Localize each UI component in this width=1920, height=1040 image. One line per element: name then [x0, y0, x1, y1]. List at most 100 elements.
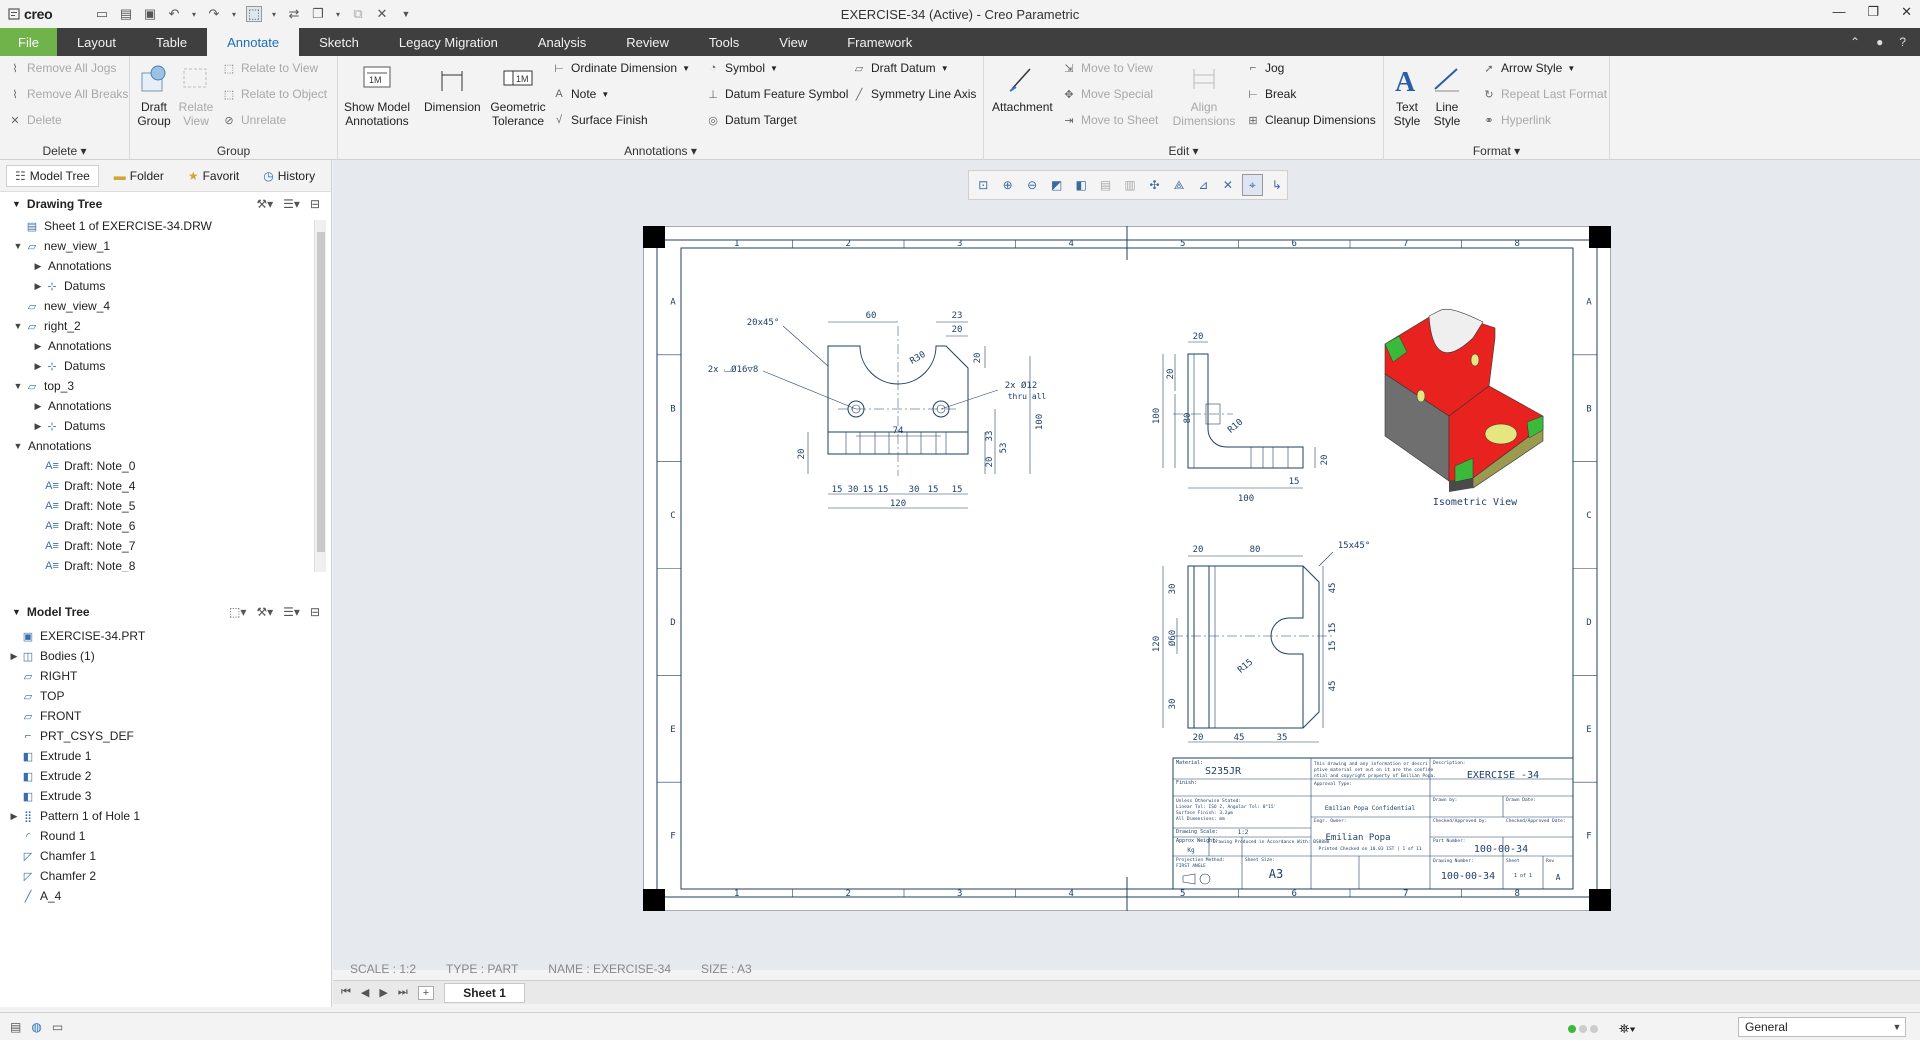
tree-item[interactable]: ◧ Extrude 2 [0, 766, 330, 786]
display-style-icon[interactable]: ◧ [1071, 174, 1091, 196]
expand-icon[interactable]: ▶ [32, 261, 44, 272]
tree-item[interactable]: A≡ Draft: Note_6 [0, 516, 314, 536]
move-to-sheet-button[interactable]: ⇥ Move to Sheet [1062, 110, 1158, 130]
collapse-ribbon-icon[interactable]: ⌃ [1850, 35, 1860, 49]
arrow-style-dropdown-icon[interactable]: ▼ [1567, 64, 1575, 73]
plane-display-icon[interactable]: ⟁ [1169, 174, 1189, 196]
new-file-icon[interactable]: ▭ [94, 6, 110, 22]
sheet-tab-1[interactable]: Sheet 1 [444, 982, 525, 1003]
remove-all-jogs-button[interactable]: ⌇ Remove All Jogs [8, 58, 116, 78]
show-model-annotations-button[interactable]: 1M Show Model Annotations [342, 62, 412, 128]
tab-tools[interactable]: Tools [689, 28, 759, 56]
zoom-out-icon[interactable]: ⊖ [1022, 174, 1042, 196]
tree-item[interactable]: A≡ Draft: Note_5 [0, 496, 314, 516]
tab-layout[interactable]: Layout [57, 28, 136, 56]
tree-item[interactable]: ⌐ PRT_CSYS_DEF [0, 726, 330, 746]
help-icon[interactable]: ? [1899, 35, 1906, 49]
close-icon[interactable]: ✕ [1901, 4, 1912, 20]
datum-display-icon[interactable]: ✣ [1144, 174, 1164, 196]
repeat-last-format-button[interactable]: ↻ Repeat Last Format [1482, 84, 1607, 104]
tree-item[interactable]: ▶ Annotations [0, 256, 314, 276]
refit-icon[interactable]: ⊡ [973, 174, 993, 196]
user-icon[interactable]: ● [1876, 35, 1883, 49]
layers-icon[interactable]: ▥ [1120, 174, 1140, 196]
cleanup-dimensions-button[interactable]: ⊞ Cleanup Dimensions [1246, 110, 1375, 130]
expand-icon[interactable]: ▶ [32, 281, 44, 292]
add-sheet-icon[interactable]: + [417, 985, 435, 1000]
tree-item[interactable]: ▤ Sheet 1 of EXERCISE-34.DRW [0, 216, 314, 236]
tree-item[interactable]: A≡ Draft: Note_4 [0, 476, 314, 496]
select-dropdown-icon[interactable]: ▾ [270, 6, 278, 22]
annotation-display-icon[interactable]: ↳ [1267, 174, 1287, 196]
expand-icon[interactable]: ▶ [32, 421, 44, 432]
tab-annotate[interactable]: Annotate [207, 28, 300, 56]
tree-item[interactable]: ▶ ⣿ Pattern 1 of Hole 1 [0, 806, 330, 826]
zoom-in-icon[interactable]: ⊕ [997, 174, 1017, 196]
tree-show-icon[interactable]: ☰▾ [283, 197, 300, 211]
select-box-icon[interactable]: ⬚ [246, 6, 262, 22]
regenerate-icon[interactable]: ⇄ [286, 6, 302, 22]
minimize-icon[interactable]: — [1832, 4, 1845, 20]
remove-all-breaks-button[interactable]: ⌇ Remove All Breaks [8, 84, 128, 104]
tree-item[interactable]: ▼ ▱ new_view_1 [0, 236, 314, 256]
collapse-model-tree-icon[interactable]: ▼ [12, 607, 21, 617]
switch-window-icon[interactable]: ⧉ [350, 6, 366, 22]
tree-item[interactable]: A≡ Draft: Note_0 [0, 456, 314, 476]
break-button[interactable]: ⊢ Break [1246, 84, 1296, 104]
find-icon[interactable]: ⛯▾ [1619, 1021, 1636, 1037]
note-dropdown-icon[interactable]: ▼ [601, 90, 609, 99]
attachment-button[interactable]: Attachment [992, 62, 1053, 114]
relate-to-object-button[interactable]: ⬚ Relate to Object [222, 84, 327, 104]
tree-item[interactable]: ▱ FRONT [0, 706, 330, 726]
last-sheet-icon[interactable]: ⏭ [398, 986, 408, 999]
note-button[interactable]: A Note ▼ [552, 84, 609, 104]
scrollbar-thumb[interactable] [317, 232, 325, 552]
draft-datum-dropdown-icon[interactable]: ▼ [941, 64, 949, 73]
collapse-icon[interactable]: ▼ [12, 441, 24, 451]
next-sheet-icon[interactable]: ▶ [379, 986, 387, 999]
surface-finish-button[interactable]: √ Surface Finish [552, 110, 648, 130]
hyperlink-button[interactable]: ⚭ Hyperlink [1482, 110, 1551, 130]
geometric-tolerance-button[interactable]: 1M Geometric Tolerance [488, 62, 548, 128]
tree-item[interactable]: ◸ Chamfer 2 [0, 866, 330, 886]
model-tree-show-icon[interactable]: ☰▾ [283, 605, 300, 619]
redo-dropdown-icon[interactable]: ▾ [230, 6, 238, 22]
tab-file[interactable]: File [0, 28, 57, 56]
tab-model-tree[interactable]: ☷ Model Tree [6, 164, 99, 187]
tab-history[interactable]: ◷ History [254, 165, 324, 187]
tree-item[interactable]: ▼ Annotations [0, 436, 314, 456]
repaint-icon[interactable]: ◩ [1046, 174, 1066, 196]
undo-dropdown-icon[interactable]: ▾ [190, 6, 198, 22]
tree-item[interactable]: ▶ ◫ Bodies (1) [0, 646, 330, 666]
draft-datum-button[interactable]: ▱ Draft Datum ▼ [852, 58, 949, 78]
align-dimensions-button[interactable]: Align Dimensions [1172, 62, 1236, 128]
ordinate-dropdown-icon[interactable]: ▼ [682, 64, 690, 73]
tree-item[interactable]: ◸ Chamfer 1 [0, 846, 330, 866]
expand-icon[interactable]: ▶ [32, 341, 44, 352]
tree-settings-icon[interactable]: ⚒▾ [256, 197, 273, 211]
collapse-icon[interactable]: ▼ [12, 241, 24, 251]
text-style-button[interactable]: A Text Style [1390, 62, 1424, 128]
tree-filter-icon[interactable]: ⊟ [310, 197, 320, 211]
tab-framework[interactable]: Framework [827, 28, 932, 56]
tab-view[interactable]: View [759, 28, 827, 56]
delete-button[interactable]: ✕ Delete [8, 110, 61, 130]
collapse-icon[interactable]: ▼ [12, 321, 24, 331]
delete-group-label[interactable]: Delete ▾ [0, 144, 129, 158]
tab-analysis[interactable]: Analysis [518, 28, 606, 56]
expand-icon[interactable]: ▶ [8, 811, 20, 822]
tree-item[interactable]: ▣ EXERCISE-34.PRT [0, 626, 330, 646]
model-tree-filter-icon[interactable]: ⊟ [310, 605, 320, 619]
symbol-dropdown-icon[interactable]: ▼ [770, 64, 778, 73]
point-display-icon[interactable]: ✕ [1218, 174, 1238, 196]
tree-item[interactable]: ▶ ⊹ Datums [0, 416, 314, 436]
model-tree-cube-icon[interactable]: ⬚▾ [229, 605, 246, 619]
move-to-view-button[interactable]: ⇲ Move to View [1062, 58, 1152, 78]
axis-display-icon[interactable]: ⊿ [1193, 174, 1213, 196]
collapse-icon[interactable]: ▼ [12, 381, 24, 391]
tab-table[interactable]: Table [136, 28, 207, 56]
model-tree-settings-icon[interactable]: ⚒▾ [256, 605, 273, 619]
edit-group-label[interactable]: Edit ▾ [984, 144, 1383, 158]
tree-item[interactable]: ▼ ▱ right_2 [0, 316, 314, 336]
full-screen-icon[interactable]: ▭ [52, 1020, 63, 1034]
